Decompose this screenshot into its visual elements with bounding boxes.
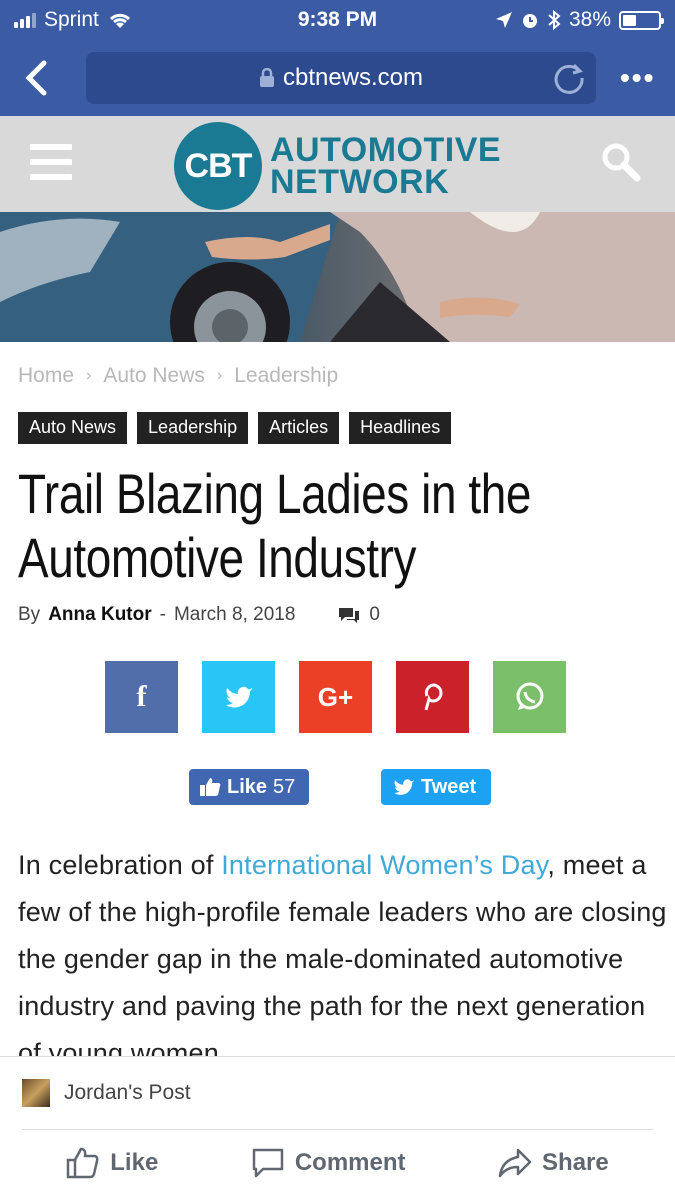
tweet-button[interactable]: Tweet bbox=[381, 769, 491, 805]
share-arrow-icon bbox=[498, 1148, 532, 1178]
like-label: Like bbox=[227, 775, 268, 798]
location-icon bbox=[495, 12, 512, 28]
alarm-icon bbox=[522, 14, 537, 28]
breadcrumb: Home › Auto News › Leadership bbox=[18, 364, 338, 388]
logo-wordmark: AUTOMOTIVE NETWORK bbox=[270, 131, 502, 201]
tag-leadership[interactable]: Leadership bbox=[137, 412, 249, 444]
battery-fill bbox=[623, 14, 636, 26]
carrier-label: Sprint bbox=[44, 8, 99, 31]
battery-percent: 38% bbox=[568, 8, 611, 31]
avatar bbox=[22, 1079, 50, 1107]
category-tags: Auto News Leadership Articles Headlines bbox=[18, 412, 452, 444]
lock-icon bbox=[259, 68, 274, 87]
body-prefix: In celebration of bbox=[18, 850, 222, 880]
article-title: Trail Blazing Ladies in the Automotive I… bbox=[18, 462, 658, 590]
wifi-icon bbox=[109, 13, 130, 28]
comment-action-label: Comment bbox=[294, 1149, 406, 1176]
pinterest-icon bbox=[424, 683, 442, 711]
bluetooth-icon bbox=[548, 10, 561, 30]
browser-bar: cbtnews.com ••• bbox=[0, 40, 675, 116]
twitter-bird-icon bbox=[394, 779, 414, 795]
breadcrumb-auto-news[interactable]: Auto News bbox=[103, 364, 205, 388]
search-icon[interactable] bbox=[601, 142, 641, 182]
logo-line-2: NETWORK bbox=[270, 163, 450, 201]
body-rest: , meet a few of the high-profile female … bbox=[18, 850, 667, 1068]
whatsapp-share-button[interactable] bbox=[493, 661, 566, 733]
comment-count-value: 0 bbox=[369, 604, 380, 625]
back-icon bbox=[25, 60, 47, 96]
breadcrumb-separator: › bbox=[216, 367, 223, 384]
site-logo[interactable]: CBT AUTOMOTIVE NETWORK bbox=[174, 122, 501, 210]
thumbs-up-outline-icon bbox=[67, 1147, 99, 1179]
tag-articles[interactable]: Articles bbox=[258, 412, 340, 444]
facebook-icon: f bbox=[136, 680, 147, 713]
logo-badge: CBT bbox=[174, 122, 262, 210]
comment-count[interactable]: 0 bbox=[337, 604, 380, 626]
thumbs-up-icon bbox=[200, 778, 221, 796]
tweet-label: Tweet bbox=[421, 775, 477, 798]
byline-dash: - bbox=[159, 604, 166, 625]
breadcrumb-separator: › bbox=[86, 367, 92, 384]
status-bar: Sprint 9:38 PM 38% bbox=[0, 0, 675, 40]
womens-day-link[interactable]: International Women’s Day bbox=[221, 850, 547, 880]
google-plus-share-button[interactable]: G+ bbox=[299, 661, 372, 733]
whatsapp-icon bbox=[516, 682, 543, 710]
more-icon[interactable]: ••• bbox=[620, 62, 655, 94]
like-count: 57 bbox=[273, 775, 296, 798]
divider bbox=[22, 1129, 653, 1130]
hero-image bbox=[0, 212, 675, 342]
back-button[interactable] bbox=[16, 53, 56, 103]
like-action-button[interactable]: Like bbox=[66, 1147, 158, 1179]
title-line-2: Automotive Industry bbox=[18, 526, 417, 589]
publish-date: March 8, 2018 bbox=[173, 604, 296, 625]
twitter-share-button[interactable] bbox=[202, 661, 275, 733]
google-plus-icon: G+ bbox=[317, 681, 354, 712]
post-label: Jordan's Post bbox=[64, 1081, 191, 1104]
facebook-share-button[interactable]: f bbox=[105, 661, 178, 733]
url-text: cbtnews.com bbox=[282, 64, 424, 91]
breadcrumb-home[interactable]: Home bbox=[18, 364, 74, 388]
article-body: In celebration of International Women’s … bbox=[18, 842, 668, 1077]
share-action-button[interactable]: Share bbox=[498, 1147, 609, 1179]
reload-icon[interactable] bbox=[552, 61, 586, 95]
share-buttons: f G+ bbox=[105, 661, 566, 733]
by-label: By bbox=[18, 604, 41, 625]
post-source: Jordan's Post bbox=[22, 1079, 191, 1107]
signal-icon bbox=[14, 12, 36, 28]
breadcrumb-leadership[interactable]: Leadership bbox=[234, 364, 338, 388]
author-name[interactable]: Anna Kutor bbox=[48, 604, 151, 626]
battery-icon bbox=[619, 10, 664, 30]
menu-icon[interactable] bbox=[30, 144, 72, 180]
status-left: Sprint bbox=[14, 8, 133, 32]
post-actions: Like Comment Share bbox=[0, 1147, 675, 1179]
pinterest-share-button[interactable] bbox=[396, 661, 469, 733]
tag-headlines[interactable]: Headlines bbox=[349, 412, 452, 444]
facebook-like-button[interactable]: Like 57 bbox=[189, 769, 309, 805]
hero-illustration bbox=[0, 212, 675, 342]
share-action-label: Share bbox=[542, 1149, 609, 1176]
comments-icon bbox=[339, 608, 360, 623]
address-bar[interactable]: cbtnews.com bbox=[86, 52, 596, 104]
title-line-1: Trail Blazing Ladies in the bbox=[18, 462, 532, 525]
byline: By Anna Kutor - March 8, 2018 0 bbox=[18, 604, 380, 626]
comment-action-button[interactable]: Comment bbox=[251, 1147, 406, 1179]
twitter-icon bbox=[225, 686, 252, 708]
site-header: CBT AUTOMOTIVE NETWORK bbox=[0, 116, 675, 212]
status-right: 38% bbox=[495, 8, 664, 32]
clock-time: 9:38 PM bbox=[297, 8, 378, 31]
like-action-label: Like bbox=[110, 1149, 159, 1176]
comment-icon bbox=[252, 1148, 284, 1178]
logo-line-1: AUTOMOTIVE bbox=[270, 131, 502, 169]
facebook-post-bar: Jordan's Post Like Comment Share bbox=[0, 1056, 675, 1200]
tag-auto-news[interactable]: Auto News bbox=[18, 412, 128, 444]
